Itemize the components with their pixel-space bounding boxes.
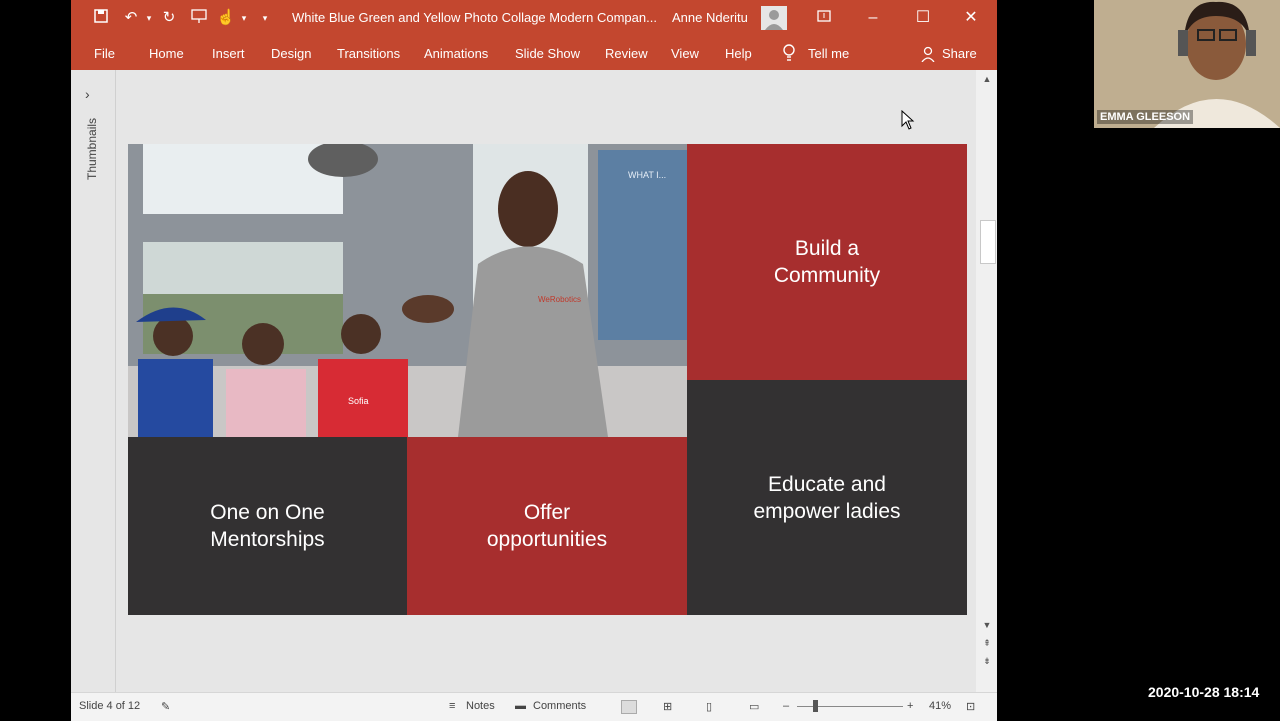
tile-educate-text: Educate and empower ladies <box>753 472 901 523</box>
reading-view-icon[interactable]: ▯ <box>706 700 712 713</box>
tile-opportunities[interactable]: Offer opportunities <box>407 437 687 615</box>
slide-counter: Slide 4 of 12 <box>79 700 141 712</box>
scrollbar-thumb[interactable] <box>980 220 996 264</box>
tile-offer-text: Offer opportunities <box>486 501 608 551</box>
comments-icon[interactable]: ▬ <box>515 700 526 712</box>
video-participant-tile[interactable]: EMMA GLEESON <box>1094 0 1280 128</box>
share-button[interactable]: Share <box>942 46 977 61</box>
zoom-in-icon[interactable]: + <box>907 700 913 712</box>
zoom-out-icon[interactable]: – <box>783 700 789 712</box>
save-icon[interactable] <box>91 8 111 28</box>
tile-mentor-text: One on One Mentorships <box>210 501 325 551</box>
slide-show-icon[interactable]: ▭ <box>749 700 759 713</box>
minimize-icon[interactable]: – <box>853 6 893 30</box>
redo-icon[interactable]: ↻ <box>159 8 179 28</box>
tab-slide-show[interactable]: Slide Show <box>515 46 580 61</box>
touch-dropdown-icon[interactable]: ▾ <box>234 8 254 28</box>
document-title: White Blue Green and Yellow Photo Collag… <box>292 10 657 25</box>
tab-help[interactable]: Help <box>725 46 752 61</box>
undo-dropdown-icon[interactable]: ▾ <box>139 8 159 28</box>
thumbnails-pane[interactable]: › Thumbnails <box>71 70 116 692</box>
participant-name: EMMA GLEESON <box>1097 110 1194 124</box>
scroll-up-icon[interactable]: ▲ <box>980 72 994 86</box>
tell-me-search[interactable]: Tell me <box>808 46 849 61</box>
tile-build-text: Build a Community <box>773 237 881 287</box>
powerpoint-window: ↶ ▾ ↻ ☝ ▾ ▾ White Blue Green and Yellow … <box>71 0 997 721</box>
share-icon[interactable] <box>920 46 936 65</box>
vertical-scrollbar[interactable]: ▲ ▼ ⇞ ⇟ <box>976 70 997 692</box>
touch-mode-icon[interactable]: ☝ <box>216 8 236 28</box>
cap-text: Sofia <box>348 396 369 406</box>
tile-mentorships[interactable]: One on One Mentorships <box>128 437 407 615</box>
thumbnails-label: Thumbnails <box>85 117 99 180</box>
ribbon-tabs: File Home Insert Design Transitions Anim… <box>71 36 997 70</box>
ribbon-display-options-icon[interactable] <box>804 6 844 30</box>
start-from-beginning-icon[interactable] <box>189 8 209 28</box>
tab-insert[interactable]: Insert <box>212 46 245 61</box>
notes-icon[interactable]: ≡ <box>449 700 455 712</box>
chevron-right-icon[interactable]: › <box>85 86 90 102</box>
accessibility-icon[interactable]: ✎ <box>161 700 170 713</box>
undo-icon[interactable]: ↶ <box>121 8 141 28</box>
tile-educate-empower[interactable]: Educate and empower ladies <box>687 380 967 615</box>
zoom-slider-handle[interactable] <box>813 700 818 712</box>
screen-text: WHAT I... <box>628 170 666 180</box>
close-icon[interactable]: ✕ <box>951 6 991 30</box>
slide-sorter-icon[interactable]: ⊞ <box>663 700 672 713</box>
shirt-text: WeRobotics <box>538 295 581 304</box>
tab-transitions[interactable]: Transitions <box>337 46 400 61</box>
notes-button[interactable]: Notes <box>466 700 495 712</box>
lightbulb-icon[interactable] <box>782 44 796 66</box>
mouse-cursor-icon <box>901 109 915 135</box>
slide-canvas[interactable]: WHAT I... WeRobotics Sofia Build a Commu… <box>128 144 967 615</box>
tab-design[interactable]: Design <box>271 46 311 61</box>
customize-toolbar-icon[interactable]: ▾ <box>255 8 275 28</box>
tab-view[interactable]: View <box>671 46 699 61</box>
tab-review[interactable]: Review <box>605 46 648 61</box>
tab-file[interactable]: File <box>94 46 115 61</box>
normal-view-icon[interactable] <box>621 700 637 714</box>
tab-animations[interactable]: Animations <box>424 46 488 61</box>
scroll-down-icon[interactable]: ▼ <box>980 618 994 632</box>
comments-button[interactable]: Comments <box>533 700 586 712</box>
title-bar: ↶ ▾ ↻ ☝ ▾ ▾ White Blue Green and Yellow … <box>71 0 997 36</box>
timestamp: 2020-10-28 18:14 <box>1148 684 1260 700</box>
fit-slide-icon[interactable]: ⊡ <box>966 700 975 713</box>
status-bar: Slide 4 of 12 ✎ ≡ Notes ▬ Comments ⊞ ▯ ▭… <box>71 692 997 721</box>
previous-slide-icon[interactable]: ⇞ <box>980 636 994 650</box>
zoom-level[interactable]: 41% <box>929 700 951 712</box>
tab-home[interactable]: Home <box>149 46 184 61</box>
next-slide-icon[interactable]: ⇟ <box>980 654 994 668</box>
user-avatar[interactable] <box>761 6 787 30</box>
user-name[interactable]: Anne Nderitu <box>672 10 748 25</box>
maximize-icon[interactable]: ☐ <box>903 6 943 30</box>
slide-photo[interactable]: WHAT I... WeRobotics Sofia <box>128 144 687 437</box>
tile-build-community[interactable]: Build a Community <box>687 144 967 380</box>
